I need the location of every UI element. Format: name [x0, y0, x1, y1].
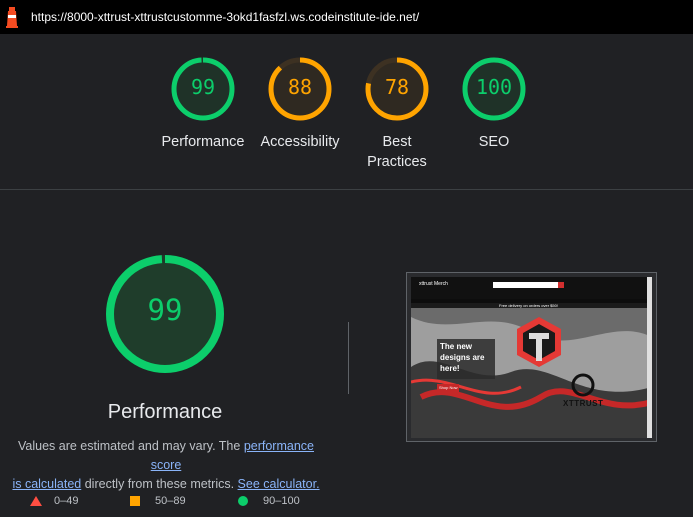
performance-score: 99 [147, 293, 183, 327]
gauge-accessibility[interactable]: 88 Accessibility [250, 56, 350, 152]
final-screenshot[interactable]: xttrust Merch Free delivery on orders ov… [406, 272, 657, 442]
section-divider [0, 189, 693, 190]
gauge-score: 100 [475, 75, 513, 99]
top-url-bar: https://8000-xttrust-xttrustcustomme-3ok… [0, 0, 693, 34]
vertical-separator [348, 322, 349, 394]
see-calculator-link[interactable]: See calculator. [238, 477, 320, 491]
screenshot-brand: xttrust Merch [419, 281, 448, 287]
gauge-score: 99 [190, 75, 216, 99]
performance-description: Values are estimated and may vary. The p… [12, 439, 320, 491]
legend-pass: 90–100 [238, 495, 300, 507]
gauge-label: Performance [161, 134, 245, 150]
screenshot-logo-text: XTTRUST [563, 399, 604, 408]
screenshot-hero-text: The new designs are here! [440, 342, 485, 373]
gauge-score: 88 [287, 75, 313, 99]
page-url[interactable]: https://8000-xttrust-xttrustcustomme-3ok… [31, 10, 419, 24]
gauge-label: Accessibility [260, 134, 340, 150]
screenshot-image: xttrust Merch Free delivery on orders ov… [411, 277, 652, 438]
gauge-seo[interactable]: 100 SEO [444, 56, 544, 152]
gauge-label: SEO [478, 134, 510, 150]
screenshot-banner: Free delivery on orders over $50! [499, 303, 558, 308]
gauge-score: 78 [384, 75, 410, 99]
gauge-performance[interactable]: 99 Performance [153, 56, 253, 152]
category-gauges: 99 Performance 88 Accessibility 78 Best … [0, 34, 693, 189]
screenshot-cta: Shop Now [439, 385, 458, 390]
gauge-label: Best Practices [367, 134, 427, 170]
square-icon [130, 496, 140, 506]
legend-fail: 0–49 [30, 495, 78, 507]
legend-average: 50–89 [130, 495, 186, 507]
lighthouse-icon [6, 7, 18, 28]
performance-title: Performance [107, 401, 223, 423]
circle-icon [238, 496, 248, 506]
gauge-best-practices[interactable]: 78 Best Practices [347, 56, 447, 172]
triangle-icon [30, 496, 42, 506]
